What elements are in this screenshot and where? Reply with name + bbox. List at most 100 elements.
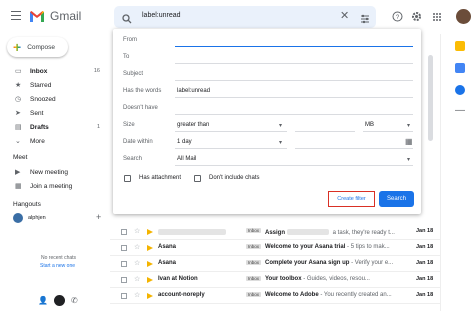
email-sender: Asana — [158, 260, 177, 266]
keep-icon[interactable] — [455, 41, 465, 51]
chevron-down-icon[interactable]: ▾ — [279, 122, 282, 129]
table-row[interactable]: ☆ Asana Inbox Welcome to your Asana tria… — [110, 240, 440, 256]
create-filter-button[interactable]: Create filter — [328, 191, 375, 207]
importance-marker-icon[interactable] — [147, 261, 153, 267]
calendar-icon[interactable] — [455, 85, 465, 95]
select-checkbox[interactable] — [121, 277, 127, 283]
settings-gear-icon[interactable] — [411, 9, 422, 27]
sidebar-item-label: Sent — [30, 110, 44, 117]
compose-button[interactable]: + Compose — [7, 37, 68, 57]
importance-marker-icon[interactable] — [147, 277, 153, 283]
doesnt-have-input[interactable] — [175, 114, 413, 115]
redacted-sender — [158, 229, 226, 235]
phone-icon[interactable]: ✆ — [71, 296, 78, 305]
email-date: Jan 18 — [416, 244, 434, 250]
star-icon[interactable]: ☆ — [134, 243, 140, 251]
search-scope-select[interactable]: All Mail — [177, 156, 196, 162]
clear-search-icon[interactable]: ✕ — [340, 9, 349, 22]
select-checkbox[interactable] — [121, 245, 127, 251]
start-new-chat-link[interactable]: Start a new one — [40, 263, 75, 269]
person-icon[interactable]: 👤 — [38, 296, 48, 305]
from-field[interactable]: From — [123, 35, 413, 47]
calendar-picker-icon[interactable]: ▦ — [405, 137, 413, 146]
email-snippet: - 5 tips to mak... — [345, 244, 390, 250]
sidebar-item-label: More — [30, 138, 45, 145]
add-ons-icon[interactable]: — — [455, 106, 465, 116]
star-icon[interactable]: ☆ — [134, 275, 140, 283]
search-input[interactable]: label:unread — [142, 12, 181, 19]
chevron-down-icon[interactable]: ▾ — [407, 156, 410, 163]
email-subject-text: Welcome to Adobe — [265, 292, 319, 298]
size-value-input[interactable] — [295, 131, 355, 132]
label-tag[interactable]: Inbox — [246, 292, 262, 297]
exclude-chats-checkbox[interactable] — [194, 175, 201, 182]
sidebar-item-sent[interactable]: ➤ Sent — [0, 107, 108, 120]
table-row[interactable]: ☆ account-noreply Inbox Welcome to Adobe… — [110, 288, 440, 304]
keyboard-icon: ▦ — [15, 183, 22, 190]
tasks-icon[interactable] — [455, 63, 465, 73]
chevron-down-icon[interactable]: ▾ — [407, 122, 410, 129]
chevron-down-icon: ⌄ — [15, 138, 21, 145]
star-icon[interactable]: ☆ — [134, 259, 140, 267]
table-row[interactable]: ☆ Inbox Assign a task, they're ready t..… — [110, 224, 440, 240]
apps-grid-icon[interactable] — [432, 9, 442, 27]
gmail-logo[interactable]: Gmail — [30, 9, 81, 23]
sidebar-item-starred[interactable]: ★ Starred — [0, 79, 108, 92]
label-tag[interactable]: Inbox — [246, 276, 262, 281]
size-unit-underline — [363, 131, 413, 132]
join-meeting-item[interactable]: ▦ Join a meeting — [0, 180, 108, 193]
help-icon[interactable]: ? — [392, 9, 403, 27]
table-row[interactable]: ☆ Asana Inbox Complete your Asana sign u… — [110, 256, 440, 272]
importance-marker-icon[interactable] — [147, 293, 153, 299]
hangouts-user-name[interactable]: alphjen — [28, 215, 46, 221]
sidebar-item-drafts[interactable]: ▤ Drafts 1 — [0, 121, 108, 134]
sidebar-item-more[interactable]: ⌄ More — [0, 135, 108, 148]
size-unit-select[interactable]: MB — [365, 122, 374, 128]
doesnt-have-field[interactable]: Doesn't have — [123, 103, 413, 115]
sidebar-item-label: Inbox — [30, 68, 48, 75]
star-icon[interactable]: ☆ — [134, 227, 140, 235]
date-label: Date within — [123, 139, 153, 145]
main-menu-icon[interactable] — [11, 11, 21, 20]
label-tag[interactable]: Inbox — [246, 260, 262, 265]
label-tag[interactable]: Inbox — [246, 228, 262, 233]
hangouts-avatar[interactable] — [13, 213, 23, 223]
email-subject: Complete your Asana sign up - Verify you… — [265, 260, 393, 266]
has-attachment-checkbox[interactable] — [124, 175, 131, 182]
search-icon[interactable] — [122, 11, 132, 29]
search-bar[interactable]: label:unread ✕ — [114, 6, 376, 28]
table-row[interactable]: ☆ Ivan at Notion Inbox Your toolbox - Gu… — [110, 272, 440, 288]
hangouts-chat-icon[interactable] — [54, 295, 65, 306]
sidebar-item-snoozed[interactable]: ◷ Snoozed — [0, 93, 108, 106]
size-operator-select[interactable]: greater than — [177, 122, 209, 128]
date-input[interactable] — [295, 148, 413, 149]
search-scope-label: Search — [123, 156, 143, 162]
has-words-field[interactable]: Has the words label:unread — [123, 86, 413, 98]
importance-marker-icon[interactable] — [147, 229, 153, 235]
select-checkbox[interactable] — [121, 261, 127, 267]
date-range-select[interactable]: 1 day — [177, 139, 192, 145]
to-field[interactable]: To — [123, 52, 413, 64]
to-input[interactable] — [175, 63, 413, 64]
importance-marker-icon[interactable] — [147, 245, 153, 251]
scrollbar[interactable] — [428, 55, 433, 141]
sidebar-item-inbox[interactable]: ▭ Inbox 16 — [0, 65, 108, 78]
subject-field[interactable]: Subject — [123, 69, 413, 81]
account-avatar[interactable] — [456, 9, 471, 24]
search-button[interactable]: Search — [379, 191, 414, 207]
hangouts-section-title: Hangouts — [13, 201, 41, 208]
add-chat-icon[interactable]: + — [96, 212, 101, 222]
search-scope-field: Search All Mail ▾ — [123, 154, 413, 166]
select-checkbox[interactable] — [121, 229, 127, 235]
label-tag[interactable]: Inbox — [246, 244, 262, 249]
search-options-icon[interactable] — [360, 11, 370, 29]
star-icon[interactable]: ☆ — [134, 291, 140, 299]
chevron-down-icon[interactable]: ▾ — [279, 139, 282, 146]
select-checkbox[interactable] — [121, 293, 127, 299]
new-meeting-item[interactable]: ▶ New meeting — [0, 166, 108, 179]
from-input[interactable] — [175, 46, 413, 47]
email-subject: Welcome to your Asana trial - 5 tips to … — [265, 244, 390, 250]
has-words-underline — [175, 97, 413, 98]
has-words-input[interactable]: label:unread — [177, 88, 210, 94]
subject-input[interactable] — [175, 80, 413, 81]
